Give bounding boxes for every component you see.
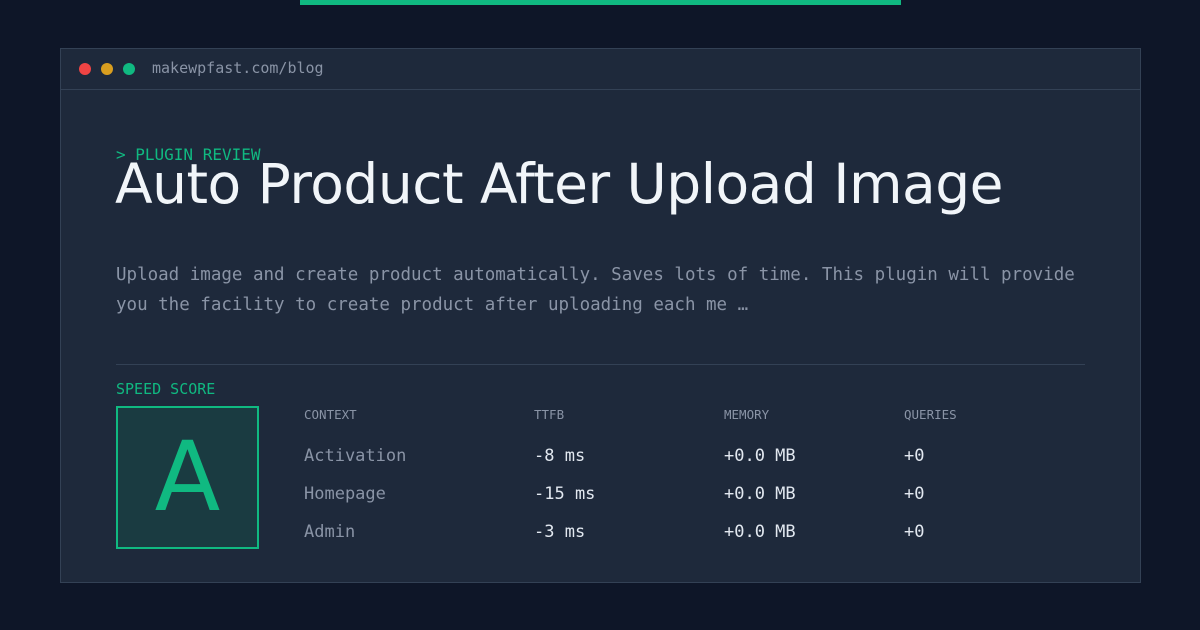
address-url: makewpfast.com/blog bbox=[152, 59, 324, 77]
row-homepage-memory: +0.0 MB bbox=[724, 484, 796, 504]
speed-score-label: SPEED SCORE bbox=[116, 380, 216, 398]
window-titlebar: makewpfast.com/blog bbox=[61, 49, 1140, 90]
row-activation-context: Activation bbox=[304, 446, 407, 466]
minimize-dot-icon[interactable] bbox=[101, 63, 113, 75]
row-homepage-context: Homepage bbox=[304, 484, 386, 504]
speed-grade-badge: A bbox=[116, 406, 259, 549]
row-activation-ttfb: -8 ms bbox=[534, 446, 586, 466]
column-header-memory: MEMORY bbox=[724, 407, 770, 422]
row-admin-queries: +0 bbox=[904, 522, 925, 542]
close-dot-icon[interactable] bbox=[79, 63, 91, 75]
post-title: Auto Product After Upload Image bbox=[115, 152, 1004, 216]
row-admin-ttfb: -3 ms bbox=[534, 522, 586, 542]
maximize-dot-icon[interactable] bbox=[123, 63, 135, 75]
column-header-ttfb: TTFB bbox=[534, 407, 565, 422]
post-description: Upload image and create product automati… bbox=[116, 265, 1075, 315]
row-admin-memory: +0.0 MB bbox=[724, 522, 796, 542]
speed-grade: A bbox=[154, 421, 221, 533]
section-divider bbox=[116, 364, 1085, 365]
row-activation-queries: +0 bbox=[904, 446, 925, 466]
row-homepage-queries: +0 bbox=[904, 484, 925, 504]
column-header-context: CONTEXT bbox=[304, 407, 357, 422]
row-admin-context: Admin bbox=[304, 522, 356, 542]
top-accent-bar bbox=[300, 0, 901, 5]
column-header-queries: QUERIES bbox=[904, 407, 957, 422]
row-activation-memory: +0.0 MB bbox=[724, 446, 796, 466]
row-homepage-ttfb: -15 ms bbox=[534, 484, 596, 504]
browser-window: makewpfast.com/blog > PLUGIN REVIEW Auto… bbox=[60, 48, 1141, 583]
